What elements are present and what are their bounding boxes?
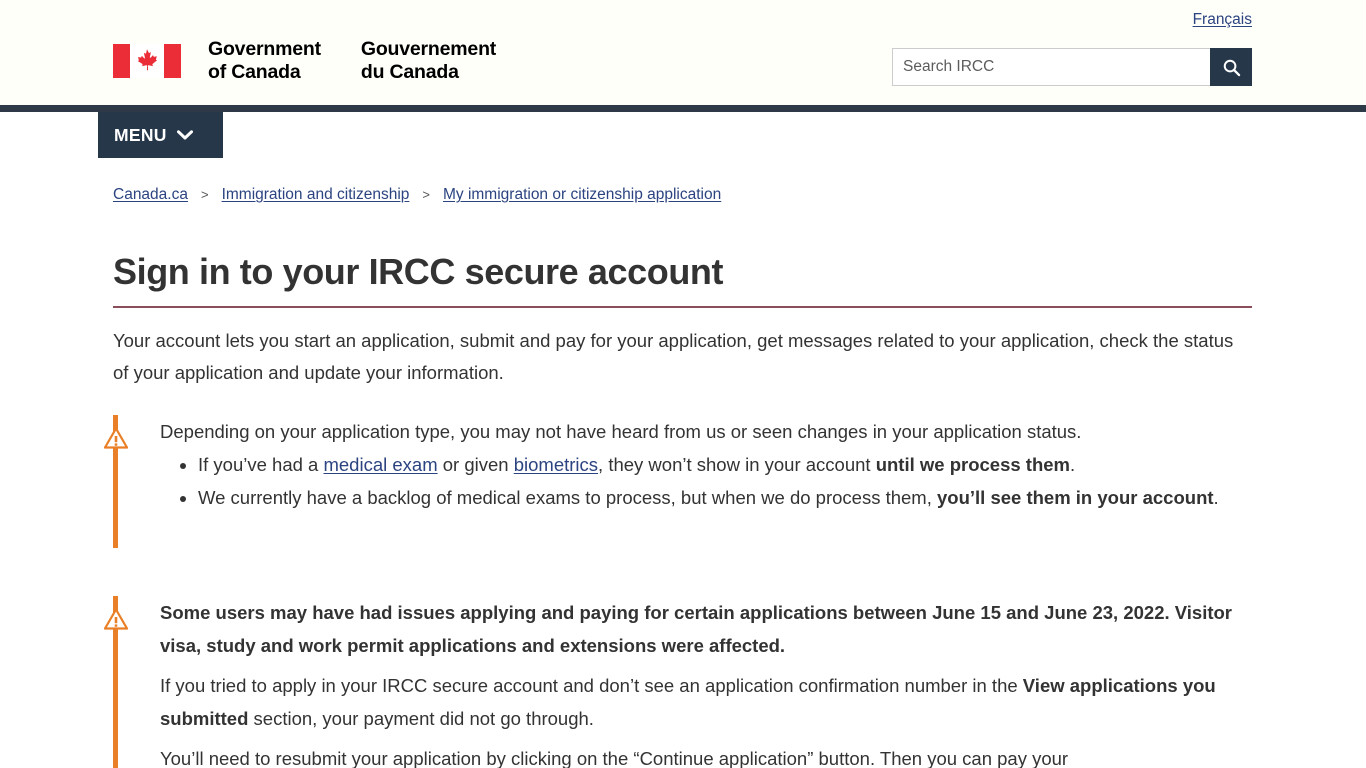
intro-paragraph: Your account lets you start an applicati… bbox=[113, 330, 1234, 383]
breadcrumb: Canada.ca > Immigration and citizenship … bbox=[0, 174, 1366, 206]
header-divider bbox=[0, 105, 1366, 112]
breadcrumb-separator: > bbox=[200, 187, 209, 202]
main-nav-band: MENU bbox=[0, 112, 1366, 174]
chevron-down-icon bbox=[176, 128, 193, 143]
alert-body-text: If you tried to apply in your IRCC secur… bbox=[160, 675, 1023, 696]
government-of-canada-brand[interactable]: Government of Canada Gouvernement du Can… bbox=[113, 38, 496, 84]
francais-link[interactable]: Français bbox=[1193, 11, 1252, 28]
alert-body-1: If you tried to apply in your IRCC secur… bbox=[160, 669, 1252, 735]
search-input[interactable] bbox=[892, 48, 1210, 86]
list-item: We currently have a backlog of medical e… bbox=[198, 481, 1252, 514]
bullet-emphasis: you’ll see them in your account bbox=[937, 487, 1214, 508]
medical-exam-link[interactable]: medical exam bbox=[323, 454, 437, 475]
alert-body-2: You’ll need to resubmit your application… bbox=[160, 748, 1069, 768]
bullet-text: . bbox=[1070, 454, 1076, 475]
alert-headline: Some users may have had issues applying … bbox=[160, 602, 1233, 656]
brand-en-line1: Government bbox=[208, 38, 321, 60]
alert-application-status: Depending on your application type, you … bbox=[104, 415, 1252, 548]
site-header: Français Government of Canada Gouverneme… bbox=[0, 0, 1366, 105]
brand-fr-line2: du Canada bbox=[360, 61, 459, 83]
main-content: Sign in to your IRCC secure account Your… bbox=[0, 251, 1366, 768]
bullet-text: . bbox=[1213, 487, 1219, 508]
page-title: Sign in to your IRCC secure account bbox=[113, 251, 1252, 308]
alert-bullet-list: If you’ve had a medical exam or given bi… bbox=[160, 448, 1252, 514]
breadcrumb-item-canada-ca[interactable]: Canada.ca bbox=[113, 184, 188, 206]
brand-wordmark: Government of Canada Gouvernement du Can… bbox=[208, 38, 496, 84]
search-icon bbox=[1223, 59, 1240, 76]
menu-button-label: MENU bbox=[114, 124, 167, 145]
bullet-emphasis: until we process them bbox=[875, 454, 1070, 475]
menu-button[interactable]: MENU bbox=[98, 112, 223, 158]
search-button[interactable] bbox=[1210, 48, 1252, 86]
breadcrumb-item-my-immigration-or-citizenship-application[interactable]: My immigration or citizenship applicatio… bbox=[443, 184, 721, 206]
bullet-text: We currently have a backlog of medical e… bbox=[198, 487, 937, 508]
site-search bbox=[892, 48, 1252, 86]
brand-fr-line1: Gouvernement bbox=[360, 38, 497, 60]
alert-lead-text: Depending on your application type, you … bbox=[160, 421, 1082, 442]
alert-payment-issues: Some users may have had issues applying … bbox=[104, 596, 1252, 768]
alert-body-text: section, your payment did not go through… bbox=[248, 708, 594, 729]
bullet-text: If you’ve had a bbox=[198, 454, 324, 475]
language-toggle: Français bbox=[1193, 10, 1252, 30]
brand-en-line2: of Canada bbox=[208, 61, 301, 83]
breadcrumb-separator: > bbox=[422, 187, 430, 202]
warning-triangle-icon bbox=[104, 427, 128, 449]
breadcrumb-item-immigration-and-citizenship[interactable]: Immigration and citizenship bbox=[222, 184, 410, 206]
warning-triangle-icon bbox=[104, 608, 128, 630]
bullet-text: or given bbox=[437, 454, 514, 475]
brand-french: Gouvernement du Canada bbox=[361, 38, 496, 84]
canada-flag-icon bbox=[113, 44, 181, 78]
bullet-text: , they won’t show in your account bbox=[598, 454, 876, 475]
biometrics-link[interactable]: biometrics bbox=[514, 454, 598, 475]
brand-english: Government of Canada bbox=[208, 38, 321, 84]
list-item: If you’ve had a medical exam or given bi… bbox=[198, 448, 1252, 481]
alert-spacer bbox=[160, 514, 1252, 548]
